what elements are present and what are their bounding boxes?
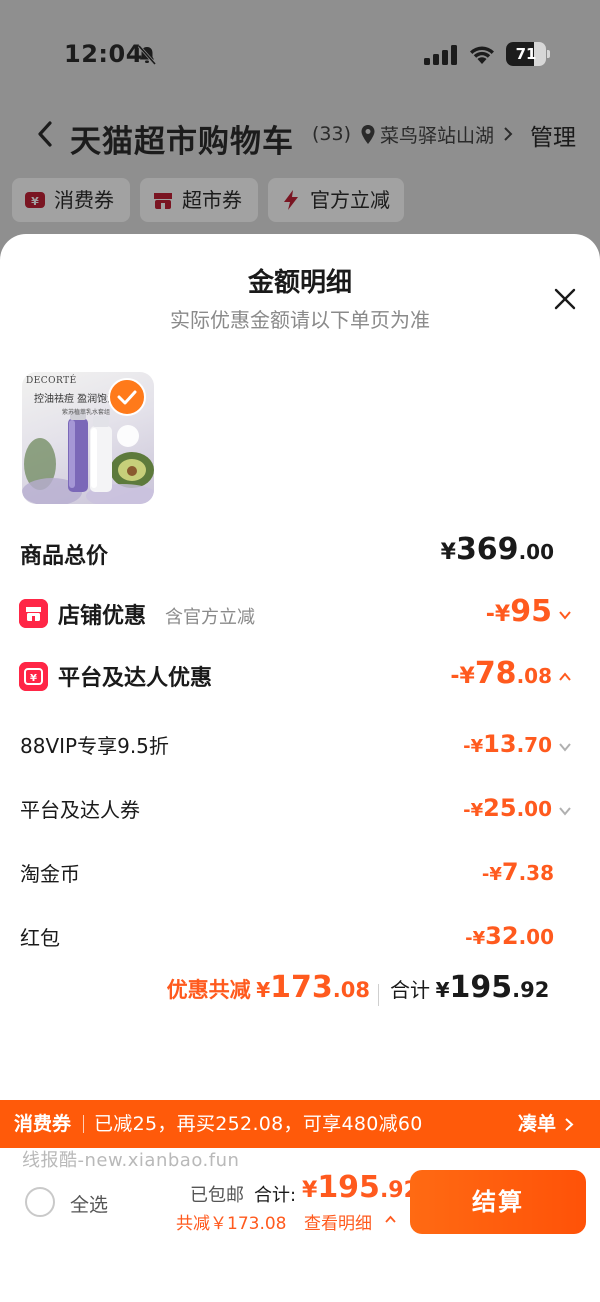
store-discount-label: 店铺优惠	[58, 604, 147, 629]
manage-button[interactable]: 管理	[530, 118, 576, 152]
product-tagline: 控油祛痘 盈润饱满	[34, 394, 118, 405]
coupon-filter-chips: ¥ 消费券 超市券 官方立减	[0, 178, 600, 222]
page-title: 天猫超市购物车	[70, 124, 294, 160]
chevron-up-icon	[385, 1215, 396, 1223]
battery-level-text: 71	[515, 45, 537, 63]
chevron-down-icon	[559, 611, 571, 620]
discount-summary: 优惠共减 ¥173.08 合计 ¥195.92	[0, 970, 600, 1020]
wifi-icon	[470, 46, 494, 64]
signal-icon	[424, 45, 457, 65]
platform-discount-label: 平台及达人优惠	[58, 666, 213, 691]
view-detail-link[interactable]: 查看明细	[304, 1209, 372, 1234]
cart-item-count: (33)	[312, 123, 352, 145]
chip-supermarket-coupon[interactable]: 超市券	[140, 178, 258, 222]
close-icon[interactable]	[552, 286, 578, 312]
checkout-total-label: 合计:	[254, 1185, 297, 1206]
promo-divider	[83, 1115, 84, 1133]
platform-coupon-label: 平台及达人券	[20, 798, 140, 822]
row-platform-discount[interactable]: ¥ 平台及达人优惠 -¥78.08	[0, 656, 600, 700]
red-packet-amount: -¥32.00	[465, 922, 554, 950]
summary-divider	[378, 984, 379, 1006]
watermark-text: 线报酷-new.xianbao.fun	[22, 1150, 240, 1171]
vip-amount: -¥13.70	[463, 730, 552, 758]
chevron-right-icon	[504, 127, 513, 141]
total-discount: 优惠共减 ¥173.08	[166, 970, 370, 1005]
battery-indicator: 71	[506, 42, 550, 66]
total-price-label: 商品总价	[20, 544, 109, 569]
chip-official-discount[interactable]: 官方立减	[268, 178, 404, 222]
coupon-promo-banner[interactable]: 消费券 已减25，再买252.08，可享480减60 凑单	[0, 1100, 600, 1148]
add-items-button[interactable]: 凑单	[518, 1100, 556, 1148]
row-store-discount[interactable]: 店铺优惠 含官方立减 -¥95	[0, 594, 600, 638]
chevron-up-icon	[559, 672, 571, 681]
cart-nav-bar: 天猫超市购物车 (33) 菜鸟驿站山湖 管理	[0, 108, 600, 160]
product-brand: DECORTÉ	[26, 376, 77, 386]
total-saved: 共减￥173.08	[176, 1214, 287, 1234]
store-badge-icon	[19, 599, 48, 628]
taojinbi-amount: -¥7.38	[481, 858, 554, 886]
sheet-subtitle: 实际优惠金额请以下单页为准	[170, 308, 430, 332]
row-red-packet: 红包 -¥32.00	[0, 918, 600, 958]
coupon-icon: ¥	[25, 192, 45, 208]
promo-tag: 消费券	[14, 1113, 72, 1135]
delivery-location[interactable]: 菜鸟驿站山湖	[380, 121, 498, 148]
row-platform-coupon[interactable]: 平台及达人券 -¥25.00	[0, 790, 600, 830]
promo-text: 已减25，再买252.08，可享480减60	[94, 1113, 423, 1135]
product-subline: 紫苏植萃乳水套组	[62, 409, 111, 416]
row-total-price: 商品总价 ¥369.00	[0, 532, 600, 576]
chevron-down-icon	[559, 807, 571, 816]
select-all-checkbox[interactable]	[25, 1187, 55, 1217]
lightning-icon	[284, 190, 298, 210]
chevron-right-icon	[565, 1118, 574, 1131]
bell-mute-icon	[137, 45, 157, 65]
row-taojinbi: 淘金币 -¥7.38	[0, 854, 600, 894]
store-discount-amount: -¥95	[485, 594, 552, 629]
store-icon	[154, 193, 172, 209]
location-pin-icon	[361, 125, 375, 144]
total-price-amount: ¥369.00	[440, 532, 554, 567]
sheet-title: 金额明细	[247, 268, 352, 298]
selected-check-badge[interactable]	[108, 378, 146, 416]
row-88vip[interactable]: 88VIP专享9.5折 -¥13.70	[0, 726, 600, 766]
platform-coupon-amount: -¥25.00	[463, 794, 552, 822]
coupon-badge-icon: ¥	[19, 662, 48, 691]
platform-discount-amount: -¥78.08	[450, 656, 552, 691]
store-discount-note: 含官方立减	[165, 607, 255, 628]
vip-label: 88VIP专享9.5折	[20, 734, 169, 758]
taojinbi-label: 淘金币	[20, 862, 80, 886]
order-total: 合计 ¥195.92	[390, 970, 550, 1005]
red-packet-label: 红包	[20, 926, 60, 950]
status-time: 12:04	[64, 40, 143, 68]
status-bar: 12:04 71	[0, 0, 600, 100]
free-shipping-label: 已包邮	[190, 1185, 244, 1206]
back-arrow-icon[interactable]	[34, 120, 56, 148]
chip-consumption-coupon[interactable]: ¥ 消费券	[12, 178, 130, 222]
svg-text:¥: ¥	[31, 195, 39, 208]
chevron-down-icon	[559, 743, 571, 752]
checkout-total-amount: ¥195.92	[302, 1170, 419, 1205]
checkout-button[interactable]: 结算	[410, 1170, 586, 1234]
check-icon	[117, 390, 137, 405]
select-all-label[interactable]: 全选	[70, 1190, 108, 1217]
svg-text:¥: ¥	[30, 673, 37, 684]
